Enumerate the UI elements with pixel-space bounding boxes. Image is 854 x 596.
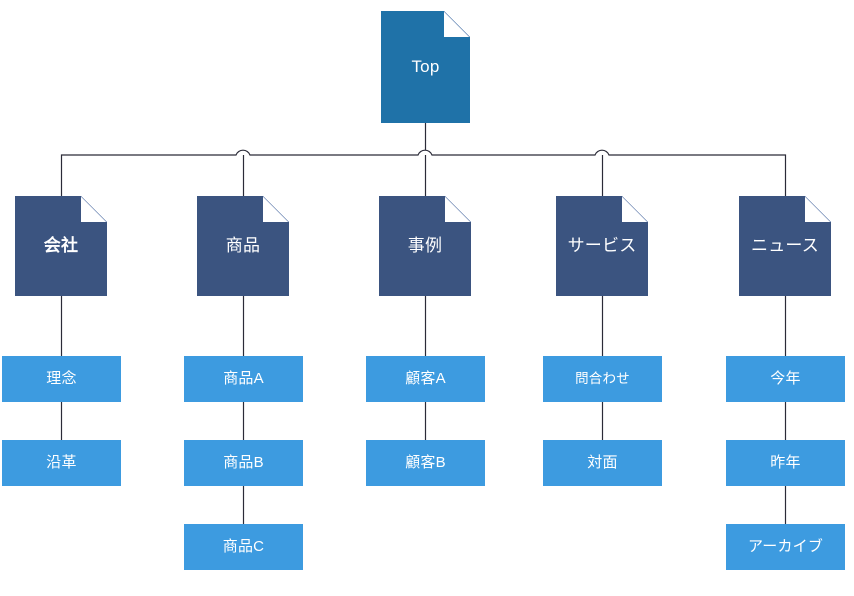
node-root-label: Top	[411, 57, 440, 77]
node-branch-label: 事例	[407, 236, 443, 256]
node-leaf-label: アーカイブ	[747, 538, 824, 556]
node-leaf[interactable]: 今年	[726, 356, 845, 402]
node-leaf-label: 理念	[46, 370, 77, 388]
node-branch-cases[interactable]: 事例	[379, 196, 471, 296]
node-leaf[interactable]: 商品C	[184, 524, 303, 570]
node-leaf[interactable]: 商品A	[184, 356, 303, 402]
node-leaf[interactable]: 理念	[2, 356, 121, 402]
node-branch-label: サービス	[567, 236, 637, 256]
node-branch-news[interactable]: ニュース	[739, 196, 831, 296]
node-branch-label: 会社	[43, 236, 79, 256]
node-leaf-label: 対面	[587, 454, 618, 472]
node-leaf-label: 商品C	[222, 538, 265, 556]
node-branch-company[interactable]: 会社	[15, 196, 107, 296]
node-root[interactable]: Top	[381, 11, 470, 123]
node-leaf[interactable]: 顧客B	[366, 440, 485, 486]
node-leaf-label: 問合わせ	[575, 371, 630, 387]
node-branch-label: 商品	[225, 236, 261, 256]
node-branch-products[interactable]: 商品	[197, 196, 289, 296]
node-leaf-label: 商品A	[223, 370, 264, 388]
node-leaf[interactable]: 商品B	[184, 440, 303, 486]
node-branch-label: ニュース	[751, 236, 819, 256]
node-leaf[interactable]: 問合わせ	[543, 356, 662, 402]
node-leaf[interactable]: 沿革	[2, 440, 121, 486]
node-leaf[interactable]: 顧客A	[366, 356, 485, 402]
node-leaf[interactable]: 昨年	[726, 440, 845, 486]
node-leaf-label: 昨年	[770, 454, 801, 472]
node-leaf[interactable]: アーカイブ	[726, 524, 845, 570]
node-branch-services[interactable]: サービス	[556, 196, 648, 296]
node-leaf-label: 今年	[770, 370, 801, 388]
connector-bus	[60, 149, 787, 196]
node-leaf[interactable]: 対面	[543, 440, 662, 486]
node-leaf-label: 商品B	[223, 454, 264, 472]
node-leaf-label: 顧客B	[405, 454, 446, 472]
node-leaf-label: 沿革	[46, 454, 77, 472]
node-leaf-label: 顧客A	[405, 370, 446, 388]
sitemap-diagram-canvas: Top 会社 商品 事例 サービス ニュース 理念 沿革 商品A 商品B 商品C…	[0, 0, 854, 596]
